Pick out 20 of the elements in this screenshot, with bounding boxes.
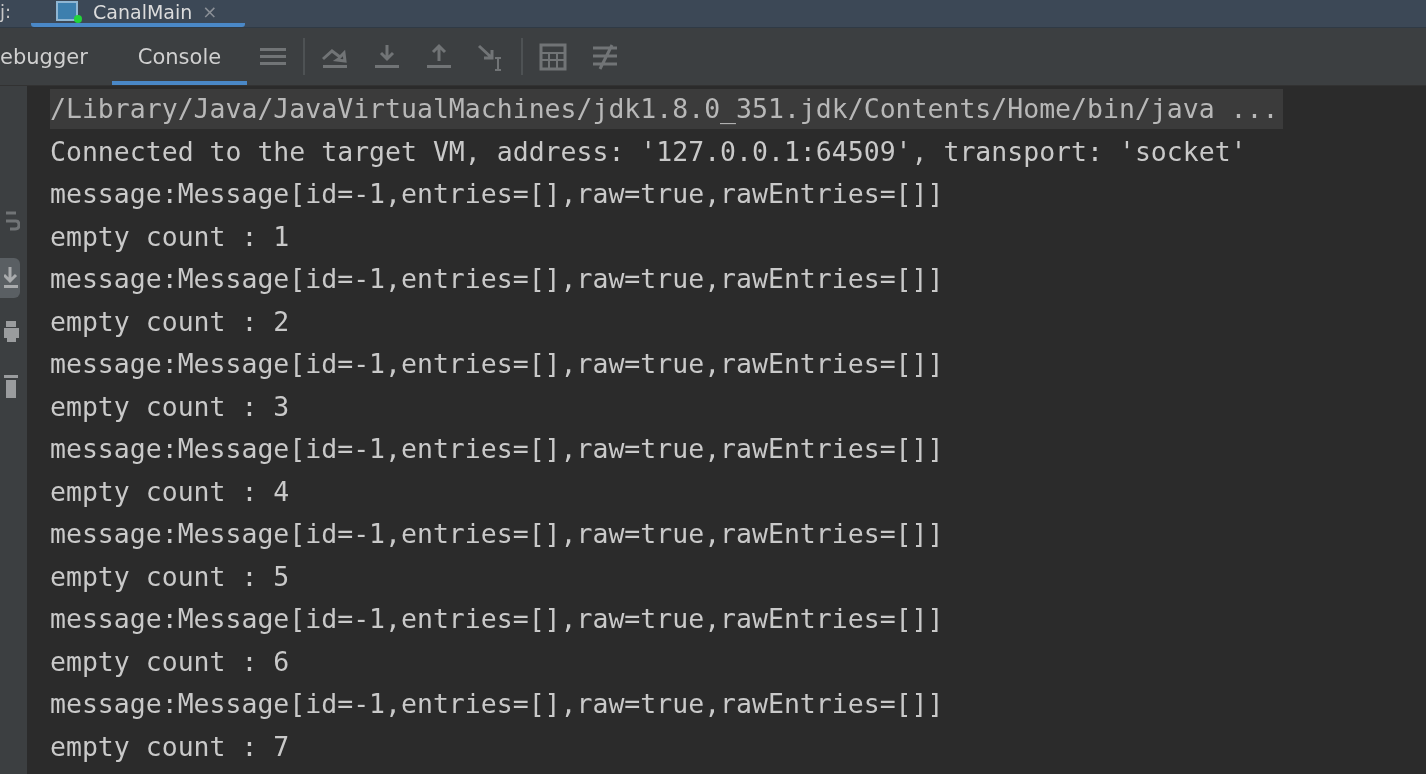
console-line: message:Message[id=-1,entries=[],raw=true,rawEntries=[]] [50, 687, 944, 721]
console-line: Connected to the target VM, address: '127.0.0.1:64509', transport: 'socket' [50, 134, 1247, 169]
console-line: message:Message[id=-1,entries=[],raw=true,rawEntries=[]] [50, 262, 944, 296]
console-line: empty count : 4 [50, 474, 290, 509]
window-icon [55, 0, 84, 24]
tool-tab[interactable]: ebugger [0, 28, 112, 85]
console-line: empty count : 6 [50, 644, 290, 679]
run-config-label: j: [0, 1, 12, 24]
console-line: message:Message[id=-1,entries=[],raw=true,rawEntries=[]] [50, 177, 944, 211]
tool-tab[interactable]: Console [111, 28, 248, 85]
console-line: empty count : 2 [50, 304, 290, 339]
scroll-to-end-icon[interactable] [0, 258, 20, 298]
console-line: message:Message[id=-1,entries=[],raw=true,rawEntries=[]] [50, 517, 944, 551]
console-line: empty count : 1 [50, 219, 290, 254]
console-line: empty count : 7 [50, 729, 290, 764]
console-line: empty count : 3 [50, 389, 290, 424]
console-line: empty count : 5 [50, 559, 290, 594]
console-line: message:Message[id=-1,entries=[],raw=true,rawEntries=[]] [50, 602, 944, 636]
console-line: message:Message[id=-1,entries=[],raw=true,rawEntries=[]] [50, 347, 944, 381]
console-line: message:Message[id=-1,entries=[],raw=true,rawEntries=[]] [50, 432, 944, 466]
